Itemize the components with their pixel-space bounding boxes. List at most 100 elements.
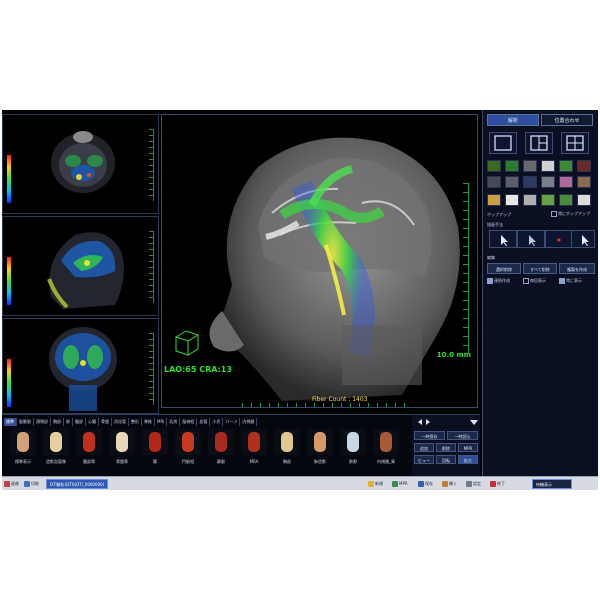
- preset-thumbnail[interactable]: 静脈: [206, 429, 236, 469]
- report-tool-icon[interactable]: [577, 194, 591, 206]
- layer-tool-icon[interactable]: [559, 194, 573, 206]
- continuous-create-checkbox[interactable]: 連続作成: [487, 278, 510, 284]
- preset-thumbnail[interactable]: 標準表示: [8, 429, 38, 469]
- taskbar-mpr[interactable]: MPR: [392, 479, 408, 489]
- preset-thumbnail[interactable]: MRA: [239, 429, 269, 469]
- layout-split-button[interactable]: [525, 132, 553, 154]
- layout-quad-button[interactable]: [561, 132, 589, 154]
- preset-tab[interactable]: 腹部: [73, 418, 86, 426]
- select-arrow-button[interactable]: [489, 230, 517, 248]
- preset-tab[interactable]: 脳神経: [180, 418, 198, 426]
- taskbar-new[interactable]: 新規: [368, 479, 383, 489]
- tab-analysis[interactable]: 解析: [487, 114, 539, 126]
- preset-tab[interactable]: 脳動脈: [17, 418, 34, 426]
- tab-registration[interactable]: 位置合わせ: [541, 114, 593, 126]
- preset-thumbnail[interactable]: 肺造影: [305, 429, 335, 469]
- green-tool-icon[interactable]: [541, 194, 555, 206]
- measure-tool-icon[interactable]: [505, 194, 519, 206]
- taskbar-cut[interactable]: 切取: [24, 479, 39, 489]
- select-edit-button[interactable]: [517, 230, 545, 248]
- seed-point-button[interactable]: [545, 230, 573, 248]
- preset-label: 肺野: [349, 459, 357, 464]
- annotate-tool-icon[interactable]: [523, 194, 537, 206]
- rotate-button[interactable]: 回転: [436, 455, 456, 464]
- sagittal-view[interactable]: [2, 216, 159, 316]
- remove-button[interactable]: 削除: [436, 443, 456, 452]
- roi-tool-icon[interactable]: [505, 160, 519, 172]
- axial-view[interactable]: [2, 114, 159, 214]
- temp-load-button[interactable]: 一時読込: [447, 431, 478, 440]
- bone-tool-icon[interactable]: [541, 176, 555, 188]
- draw-method-label: 描画手法: [487, 222, 503, 227]
- layout-single-button[interactable]: [489, 132, 517, 154]
- preset-thumbnail[interactable]: 骨盤骨: [107, 429, 137, 469]
- preset-tab[interactable]: 頭頸部: [34, 418, 51, 426]
- new-icon: [368, 481, 374, 487]
- color-tool-icon[interactable]: [577, 160, 591, 172]
- delete-all-button[interactable]: すべて削除: [523, 263, 557, 274]
- organ-preview-icon: [241, 429, 267, 455]
- preset-thumbnail[interactable]: 内視鏡_胃: [371, 429, 401, 469]
- preset-thumbnail[interactable]: 胸部: [272, 429, 302, 469]
- preset-tab[interactable]: パーツ: [223, 418, 241, 426]
- taskbar-open[interactable]: 開く: [442, 479, 457, 489]
- mask-tool-icon[interactable]: [505, 176, 519, 188]
- preset-thumbnail[interactable]: 脚: [140, 429, 170, 469]
- preset-tab[interactable]: 標準: [4, 418, 17, 426]
- clip-tool-icon[interactable]: [523, 176, 537, 188]
- volume-tool-icon[interactable]: [541, 160, 555, 172]
- mpr-icon: [392, 481, 398, 487]
- seed-region-icon: [582, 235, 589, 246]
- duplicate-button[interactable]: 複製を作成: [559, 263, 595, 274]
- preset-tab[interactable]: 血管: [197, 418, 211, 426]
- preset-label: 胸部: [283, 459, 291, 464]
- coronal-view[interactable]: [2, 318, 159, 414]
- seed-region-button[interactable]: [571, 230, 595, 248]
- preset-thumbnail[interactable]: 肺野: [338, 429, 368, 469]
- tract-tool-icon[interactable]: [487, 160, 501, 172]
- app-window: LAO:65 CRA:13 10.0 mm Fiber Count : 1403…: [2, 110, 598, 490]
- taskbar-save[interactable]: 保存: [418, 479, 433, 489]
- preset-tab[interactable]: 消化管: [112, 418, 129, 426]
- preset-thumbnail[interactable]: 門脈相: [173, 429, 203, 469]
- preset-tab[interactable]: 小児: [210, 418, 224, 426]
- preset-tab[interactable]: 肺: [64, 418, 73, 426]
- cursor-edit-icon: [529, 235, 536, 246]
- star-tool-icon[interactable]: [559, 176, 573, 188]
- zoom-button[interactable]: 拡大: [458, 455, 478, 464]
- preset-tab[interactable]: MRI: [155, 418, 168, 426]
- show-each-time-checkbox[interactable]: 毎回表示: [523, 278, 546, 284]
- preset-tab[interactable]: 心臓: [86, 418, 99, 426]
- preset-tool-icon[interactable]: [487, 194, 501, 206]
- main-3d-view[interactable]: LAO:65 CRA:13 10.0 mm Fiber Count : 1403: [161, 114, 478, 408]
- organ-preview-icon: [175, 429, 201, 455]
- arrow-right-icon: [426, 419, 430, 425]
- mpr-tool-icon[interactable]: [523, 160, 537, 172]
- temp-save-button[interactable]: 一時保存: [414, 431, 445, 440]
- preset-tab[interactable]: 乳房: [167, 418, 181, 426]
- preset-tab[interactable]: 脊椎: [142, 418, 155, 426]
- popup-checkbox[interactable]: 常にポップアップ: [551, 211, 590, 217]
- delete-selected-button[interactable]: 選択削除: [487, 263, 521, 274]
- preset-tab[interactable]: 内視鏡: [240, 418, 258, 426]
- preset-thumbnail[interactable]: 腹部骨: [74, 429, 104, 469]
- preset-thumbnail[interactable]: 造影血管像: [41, 429, 71, 469]
- taskbar-settings[interactable]: 設定: [466, 479, 481, 489]
- taskbar-image[interactable]: 画像: [4, 479, 19, 489]
- seed-tool-icon[interactable]: [487, 176, 501, 188]
- preset-tab[interactable]: 整形: [129, 418, 142, 426]
- fiber-tool-icon[interactable]: [559, 160, 573, 172]
- view-button[interactable]: ビュー: [414, 455, 434, 464]
- open-icon: [442, 481, 448, 487]
- control-panel: 解析 位置合わせ ポップアップ 常にポップアップ 描画手法 編集 選択削除 すべ…: [482, 110, 598, 490]
- active-window-button[interactable]: DTI解析(DTI)(DTI_0000000): [46, 479, 108, 489]
- taskbar-exit[interactable]: 終了: [490, 479, 505, 489]
- layout-split-icon: [530, 135, 548, 151]
- always-show-checkbox[interactable]: 常に表示: [559, 278, 582, 284]
- preset-label: 腹部骨: [83, 459, 95, 464]
- mpr-button[interactable]: MPR: [458, 443, 478, 452]
- preset-tab[interactable]: 骨盤: [99, 418, 112, 426]
- preset-tab[interactable]: 胸部: [51, 418, 64, 426]
- map-tool-icon[interactable]: [577, 176, 591, 188]
- add-button[interactable]: 追加: [414, 443, 434, 452]
